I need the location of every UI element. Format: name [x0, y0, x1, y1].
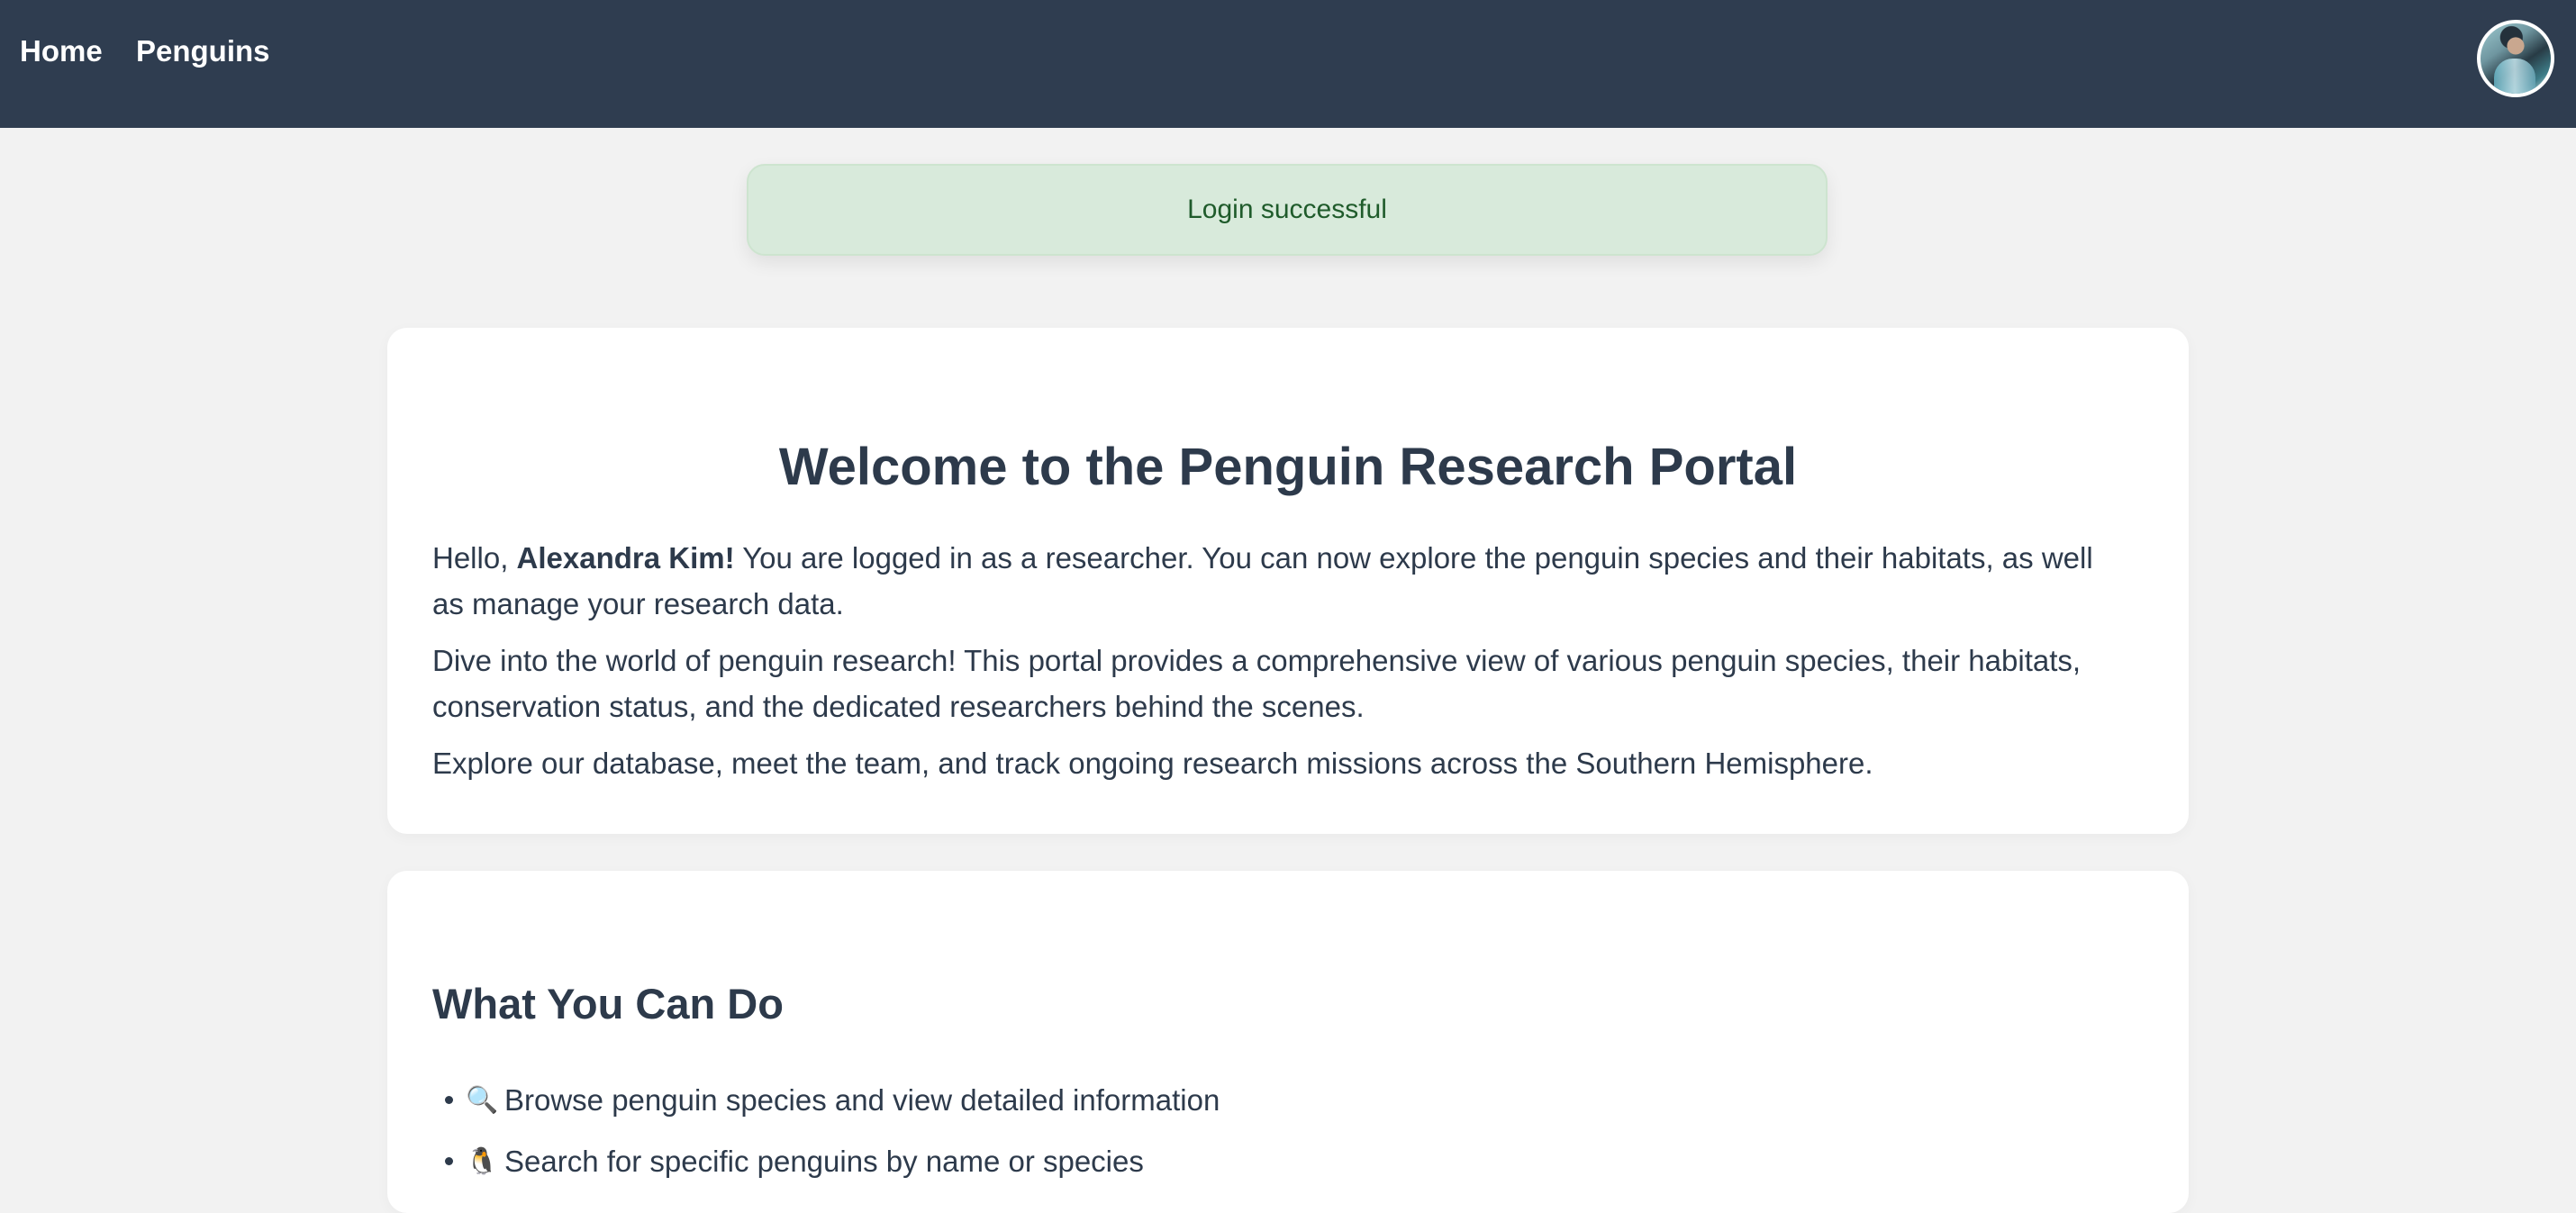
- nav-home-link[interactable]: Home: [20, 34, 103, 68]
- what-you-can-do-card: What You Can Do 🔍 Browse penguin species…: [387, 871, 2189, 1213]
- available-actions-list: 🔍 Browse penguin species and view detail…: [432, 1069, 1220, 1191]
- login-success-alert: Login successful: [747, 164, 1828, 256]
- greeting-prefix: Hello,: [432, 541, 517, 575]
- search-penguins-list-item: 🐧 Search for specific penguins by name o…: [432, 1130, 1220, 1191]
- alert-message: Login successful: [1187, 195, 1387, 224]
- welcome-card: Welcome to the Penguin Research Portal H…: [387, 328, 2189, 834]
- what-you-can-do-title: What You Can Do: [432, 980, 784, 1027]
- researcher-name: Alexandra Kim!: [516, 541, 735, 575]
- list-bullet: [445, 1156, 453, 1165]
- top-navigation-bar: Home Penguins: [0, 0, 2576, 128]
- welcome-greeting-paragraph: Hello, Alexandra Kim! You are logged in …: [432, 535, 2126, 627]
- welcome-title: Welcome to the Penguin Research Portal: [778, 438, 1798, 496]
- database-description-paragraph: Explore our database, meet the team, and…: [432, 747, 1873, 780]
- magnifying-glass-icon: 🔍: [466, 1083, 499, 1115]
- portal-description-paragraph: Dive into the world of penguin research!…: [432, 644, 2082, 723]
- browse-species-text: Browse penguin species and view detailed…: [504, 1082, 1220, 1117]
- search-penguins-text: Search for specific penguins by name or …: [504, 1144, 1144, 1178]
- list-bullet: [445, 1095, 453, 1104]
- penguin-icon: 🐧: [466, 1145, 499, 1176]
- user-avatar-icon[interactable]: [2477, 20, 2554, 97]
- nav-penguins-link[interactable]: Penguins: [136, 34, 270, 68]
- browse-species-list-item: 🔍 Browse penguin species and view detail…: [432, 1069, 1220, 1130]
